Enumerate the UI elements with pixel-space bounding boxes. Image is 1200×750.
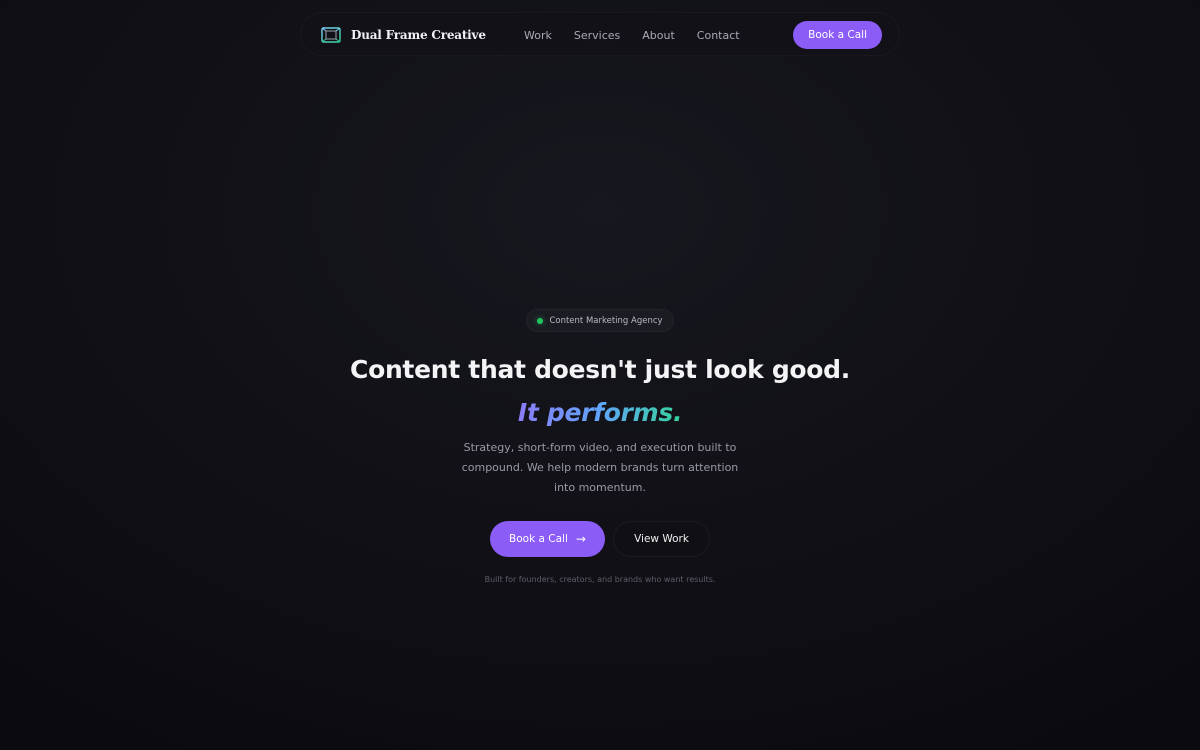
hero-headline: Content that doesn't just look good.: [350, 355, 850, 384]
hero-tagline: It performs.: [0, 398, 1200, 427]
nav-link-about[interactable]: About: [642, 29, 675, 42]
status-dot-icon: [537, 317, 544, 324]
nav-book-call-button[interactable]: Book a Call: [793, 21, 882, 49]
hero-footnote: Built for founders, creators, and brands…: [484, 575, 716, 584]
agency-badge: Content Marketing Agency: [526, 309, 674, 332]
hero-book-call-label: Book a Call: [509, 533, 568, 545]
top-navigation: Dual Frame Creative Work Services About …: [300, 12, 900, 56]
frame-logo-icon: [321, 27, 341, 43]
nav-link-work[interactable]: Work: [524, 29, 552, 42]
brand-name: Dual Frame Creative: [351, 28, 486, 42]
nav-link-contact[interactable]: Contact: [697, 29, 740, 42]
hero-subtext: Strategy, short-form video, and executio…: [461, 441, 739, 494]
badge-text: Content Marketing Agency: [549, 315, 663, 326]
brand[interactable]: Dual Frame Creative: [321, 13, 486, 57]
nav-link-services[interactable]: Services: [574, 29, 620, 42]
hero-book-call-button[interactable]: Book a Call →: [490, 521, 605, 557]
arrow-right-icon: →: [575, 532, 586, 546]
nav-links: Work Services About Contact: [524, 13, 762, 57]
hero-tagline-text: It performs.: [517, 398, 683, 427]
view-work-button[interactable]: View Work: [613, 521, 710, 557]
